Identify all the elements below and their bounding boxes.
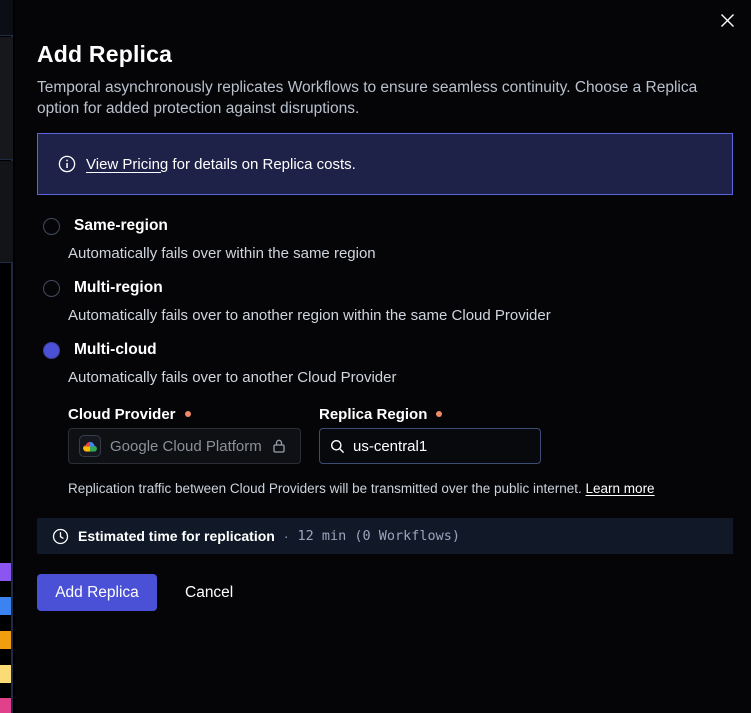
- modal-actions: Add Replica Cancel: [37, 574, 733, 611]
- pricing-banner-text: View Pricing for details on Replica cost…: [86, 156, 356, 173]
- network-note: Replication traffic between Cloud Provid…: [68, 481, 733, 496]
- option-multi-cloud-description: Automatically fails over to another Clou…: [68, 368, 733, 387]
- option-multi-region: Multi-region Automatically fails over to…: [37, 278, 733, 325]
- option-multi-region-description: Automatically fails over to another regi…: [68, 306, 733, 325]
- radio-same-region[interactable]: [43, 218, 60, 235]
- background-section: [0, 37, 13, 160]
- radio-multi-region[interactable]: [43, 280, 60, 297]
- estimate-label: Estimated time for replication: [78, 528, 275, 544]
- cancel-button[interactable]: Cancel: [171, 574, 247, 611]
- add-replica-button[interactable]: Add Replica: [37, 574, 157, 611]
- estimate-separator: ·: [284, 528, 289, 544]
- radio-multi-cloud[interactable]: [43, 342, 60, 359]
- learn-more-link[interactable]: Learn more: [586, 481, 655, 496]
- search-icon: [330, 439, 345, 454]
- cloud-provider-value: Google Cloud Platform: [110, 438, 262, 455]
- estimate-banner: Estimated time for replication · 12 min …: [37, 518, 733, 554]
- option-same-region-label[interactable]: Same-region: [74, 217, 168, 235]
- network-note-text: Replication traffic between Cloud Provid…: [68, 481, 582, 496]
- modal-description: Temporal asynchronously replicates Workf…: [37, 77, 731, 119]
- bg-color-swatch: [0, 698, 11, 713]
- background-section: [0, 0, 13, 36]
- option-same-region: Same-region Automatically fails over wit…: [37, 216, 733, 263]
- multi-cloud-fields: Cloud Provider: [68, 405, 733, 496]
- required-dot: [185, 411, 191, 417]
- replica-region-input[interactable]: [353, 438, 530, 455]
- modal-title: Add Replica: [37, 42, 733, 67]
- replica-region-input-wrap: [319, 428, 541, 464]
- background-page: [0, 0, 13, 713]
- pricing-banner-rest: for details on Replica costs.: [168, 156, 356, 173]
- option-same-region-description: Automatically fails over within the same…: [68, 244, 733, 263]
- cloud-provider-field: Cloud Provider: [68, 405, 301, 464]
- cloud-provider-label: Cloud Provider: [68, 405, 301, 423]
- estimate-value: 12 min (0 Workflows): [298, 528, 461, 544]
- close-button[interactable]: [715, 8, 739, 32]
- bg-color-swatch: [0, 563, 11, 581]
- option-multi-region-label[interactable]: Multi-region: [74, 279, 163, 297]
- close-icon: [720, 13, 735, 28]
- required-dot: [436, 411, 442, 417]
- bg-color-swatch: [0, 665, 11, 683]
- cloud-provider-select[interactable]: Google Cloud Platform: [68, 428, 301, 464]
- replica-options: Same-region Automatically fails over wit…: [37, 216, 733, 496]
- info-icon: [58, 155, 76, 173]
- bg-color-swatch: [0, 597, 11, 615]
- option-multi-cloud: Multi-cloud Automatically fails over to …: [37, 340, 733, 387]
- replica-region-field: Replica Region: [319, 405, 541, 464]
- replica-region-label: Replica Region: [319, 405, 541, 423]
- cloud-provider-label-text: Cloud Provider: [68, 406, 176, 423]
- bg-color-swatch: [0, 631, 11, 649]
- view-pricing-link[interactable]: View Pricing: [86, 156, 168, 173]
- clock-icon: [52, 528, 69, 545]
- gcp-logo-icon: [79, 435, 101, 457]
- screen: Add Replica Temporal asynchronously repl…: [0, 0, 751, 713]
- option-multi-cloud-label[interactable]: Multi-cloud: [74, 341, 157, 359]
- replica-region-label-text: Replica Region: [319, 406, 427, 423]
- pricing-banner: View Pricing for details on Replica cost…: [37, 133, 733, 195]
- background-section: [0, 161, 13, 263]
- lock-icon: [271, 438, 287, 454]
- add-replica-modal: Add Replica Temporal asynchronously repl…: [15, 0, 751, 713]
